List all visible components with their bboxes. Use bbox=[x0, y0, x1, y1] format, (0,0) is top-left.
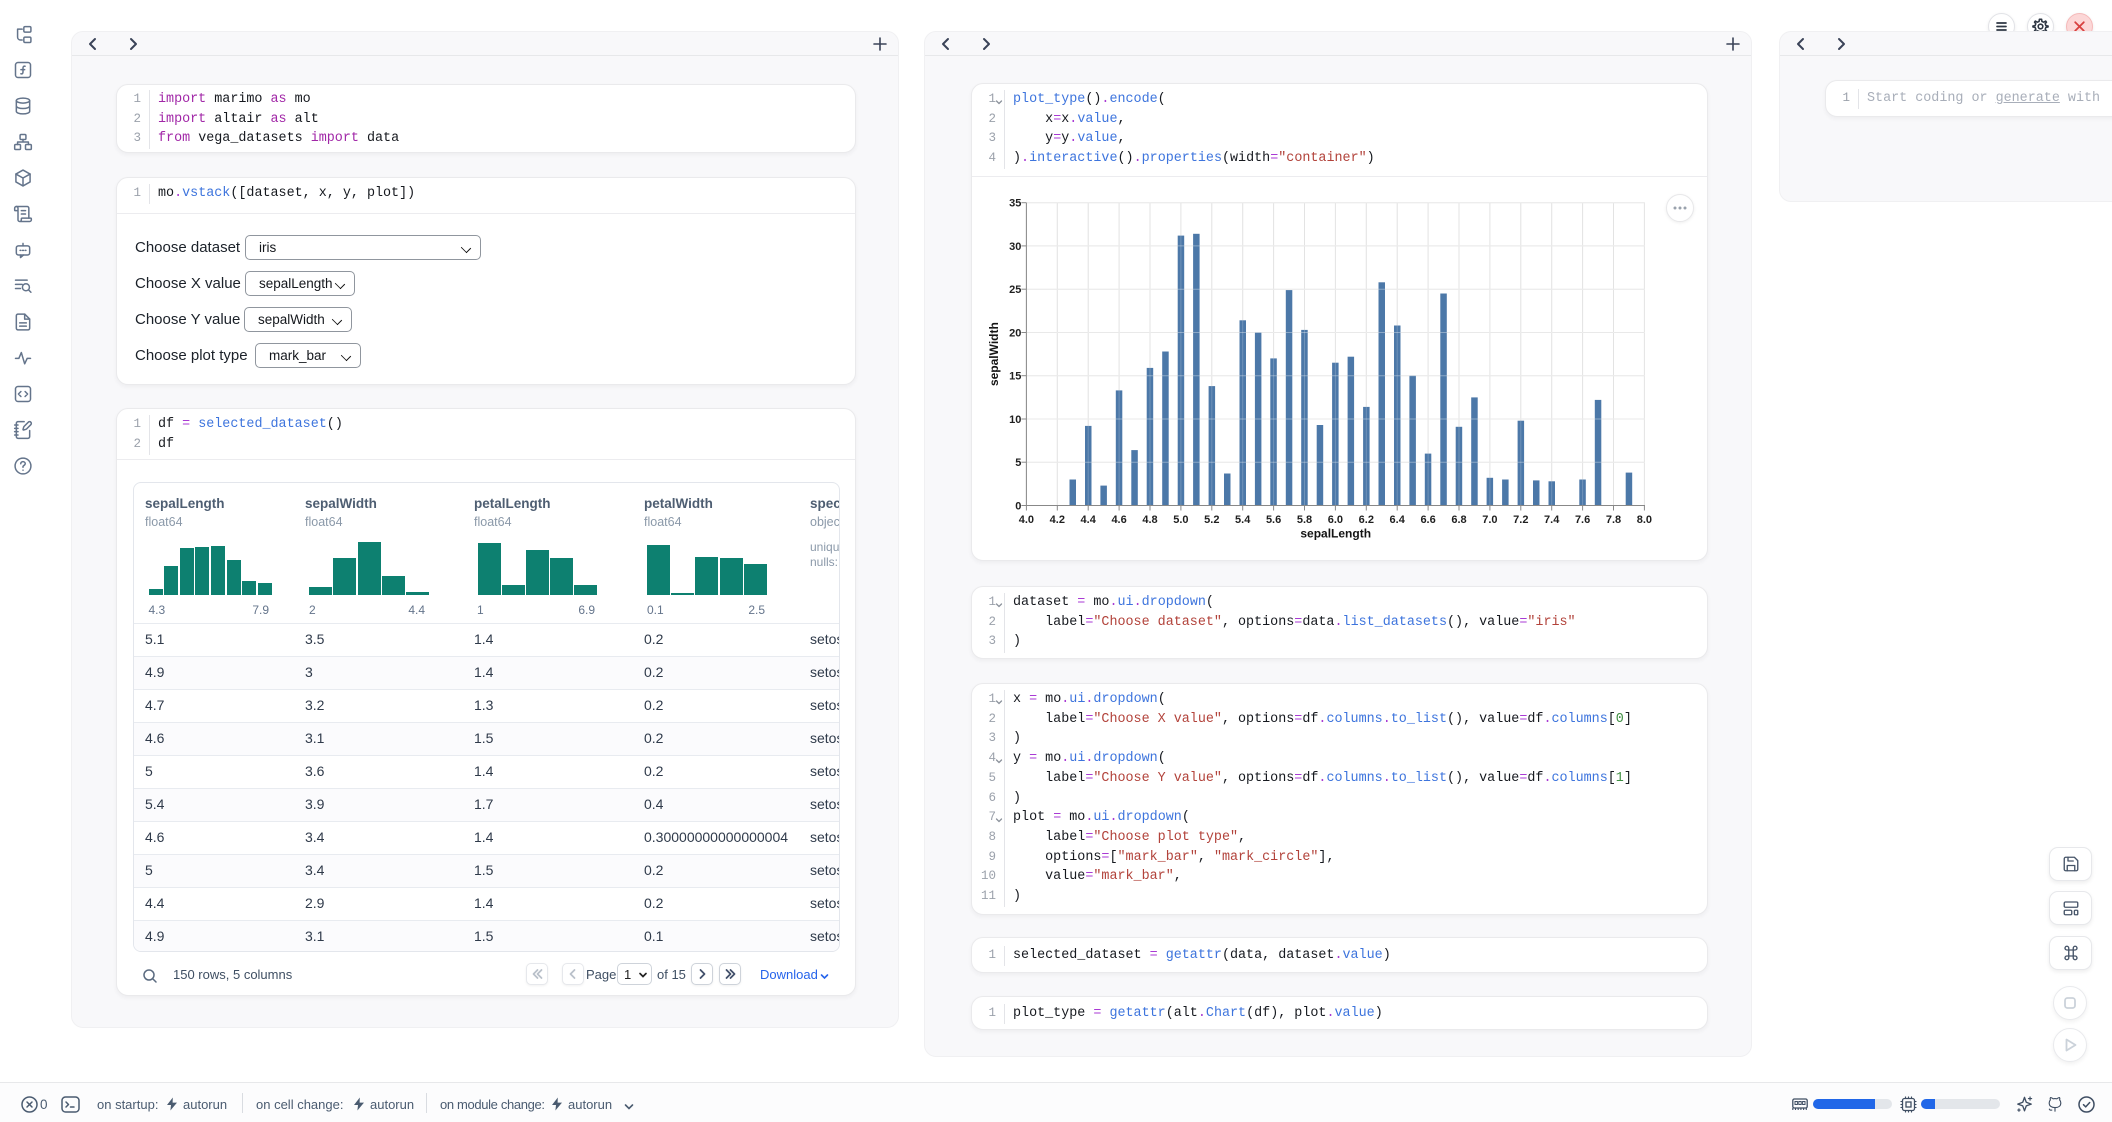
svg-text:6.2: 6.2 bbox=[1359, 514, 1374, 526]
svg-text:6.0: 6.0 bbox=[1328, 514, 1343, 526]
svg-text:4.4: 4.4 bbox=[1081, 514, 1097, 526]
svg-text:20: 20 bbox=[1009, 328, 1021, 340]
svg-text:15: 15 bbox=[1009, 371, 1021, 383]
svg-text:5: 5 bbox=[1015, 457, 1021, 469]
svg-text:7.8: 7.8 bbox=[1606, 514, 1621, 526]
svg-text:5.6: 5.6 bbox=[1266, 514, 1281, 526]
svg-text:4.0: 4.0 bbox=[1019, 514, 1034, 526]
svg-text:35: 35 bbox=[1009, 198, 1021, 210]
svg-text:5.8: 5.8 bbox=[1297, 514, 1312, 526]
svg-text:5.4: 5.4 bbox=[1235, 514, 1251, 526]
svg-text:30: 30 bbox=[1009, 241, 1021, 253]
svg-text:6.4: 6.4 bbox=[1390, 514, 1406, 526]
svg-text:sepalWidth: sepalWidth bbox=[987, 322, 1001, 386]
svg-text:7.4: 7.4 bbox=[1544, 514, 1560, 526]
svg-text:4.2: 4.2 bbox=[1050, 514, 1065, 526]
svg-text:5.0: 5.0 bbox=[1173, 514, 1188, 526]
svg-text:8.0: 8.0 bbox=[1637, 514, 1652, 526]
svg-text:7.0: 7.0 bbox=[1482, 514, 1497, 526]
svg-text:4.6: 4.6 bbox=[1111, 514, 1126, 526]
svg-text:7.2: 7.2 bbox=[1513, 514, 1528, 526]
svg-text:0: 0 bbox=[1015, 501, 1021, 513]
svg-text:10: 10 bbox=[1009, 414, 1021, 426]
svg-text:6.8: 6.8 bbox=[1451, 514, 1466, 526]
svg-text:4.8: 4.8 bbox=[1142, 514, 1157, 526]
svg-text:7.6: 7.6 bbox=[1575, 514, 1590, 526]
svg-text:5.2: 5.2 bbox=[1204, 514, 1219, 526]
svg-text:sepalLength: sepalLength bbox=[1300, 527, 1371, 541]
svg-text:25: 25 bbox=[1009, 284, 1021, 296]
svg-text:6.6: 6.6 bbox=[1420, 514, 1435, 526]
